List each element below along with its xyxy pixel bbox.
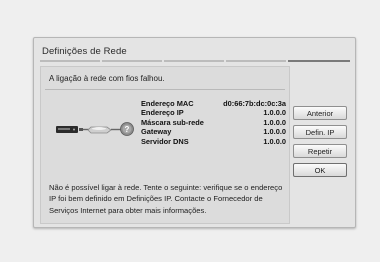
network-settings-dialog: Definições de Rede A ligação à rede com … [33,37,356,228]
info-value: d0:66:7b:dc:0c:3a [223,99,286,108]
player-device-icon [56,126,78,133]
info-value: 1.0.0.0 [263,108,286,118]
info-value: 1.0.0.0 [263,136,286,146]
panel-divider [45,89,285,90]
ip-settings-button[interactable]: Defin. IP [293,125,347,139]
info-label: Servidor DNS [141,136,189,146]
tab-segment [102,60,162,62]
status-message: A ligação à rede com fios falhou. [49,74,165,83]
network-info: Endereço MAC d0:66:7b:dc:0c:3a Endereço … [141,99,286,146]
info-row-dns: Servidor DNS 1.0.0.0 [141,137,286,146]
info-label: Endereço MAC [141,99,194,108]
internet-question-icon: ? [120,122,134,136]
tab-segment [40,60,100,62]
dialog-title: Definições de Rede [42,46,127,57]
progress-tabs [40,60,350,62]
info-label: Endereço IP [141,108,184,118]
help-text: Não é possível ligar à rede. Tente o seg… [49,183,283,215]
info-value: 1.0.0.0 [263,127,286,137]
info-row-subnet: Máscara sub-rede 1.0.0.0 [141,118,286,127]
connection-diagram: ? [56,122,134,136]
previous-button[interactable]: Anterior [293,106,347,120]
tab-segment-active [288,60,350,62]
info-value: 1.0.0.0 [263,117,286,127]
info-row-mac: Endereço MAC d0:66:7b:dc:0c:3a [141,99,286,108]
error-mark: ? [125,125,130,134]
tv-screen: Definições de Rede A ligação à rede com … [0,0,380,262]
status-panel: A ligação à rede com fios falhou. ? Ende… [40,66,290,224]
router-icon [87,126,112,134]
ok-button[interactable]: OK [293,163,347,177]
info-label: Gateway [141,127,172,137]
button-column: Anterior Defin. IP Repetir OK [293,106,349,182]
info-row-ip: Endereço IP 1.0.0.0 [141,108,286,117]
info-label: Máscara sub-rede [141,117,204,127]
tab-segment [226,60,286,62]
retry-button[interactable]: Repetir [293,144,347,158]
info-row-gateway: Gateway 1.0.0.0 [141,127,286,136]
tab-segment [164,60,224,62]
